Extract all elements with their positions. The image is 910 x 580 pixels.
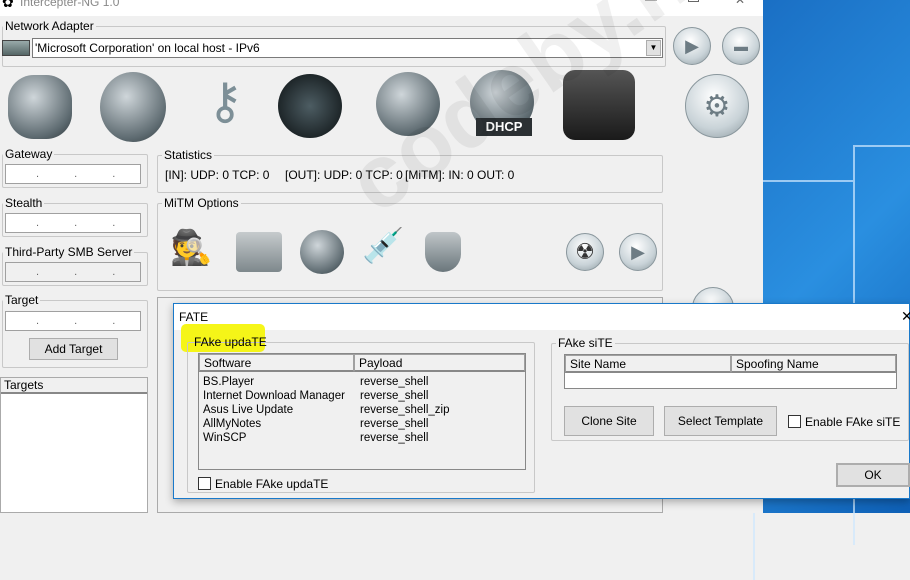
adapter-selected-value: 'Microsoft Corporation' on local host - … <box>35 41 260 55</box>
column-payload[interactable]: Payload <box>354 354 525 372</box>
icq-flower-icon[interactable] <box>8 75 72 139</box>
table-row[interactable]: BS.Player reverse_shell <box>203 376 523 390</box>
dialog-title: FATE <box>179 310 209 324</box>
fake-update-label: FAke updaTE <box>194 335 267 349</box>
payload-cell: reverse_shell <box>360 432 429 444</box>
close-button[interactable]: ✕ <box>735 0 745 7</box>
software-cell: AllMyNotes <box>203 418 262 430</box>
payload-cell: reverse_shell_zip <box>360 404 450 416</box>
column-software[interactable]: Software <box>199 354 354 372</box>
window-title: Intercepter-NG 1.0 <box>20 0 120 9</box>
site-table[interactable]: Site Name Spoofing Name <box>564 354 897 389</box>
table-row[interactable]: AllMyNotes reverse_shell <box>203 418 523 432</box>
dialog-close-button[interactable]: ✕ <box>901 308 910 325</box>
table-row[interactable]: WinSCP reverse_shell <box>203 432 523 446</box>
keys-icon[interactable]: ⚷ <box>200 72 250 142</box>
syringe-icon[interactable]: 💉 <box>362 226 406 272</box>
statistics-label: Statistics <box>162 148 215 162</box>
software-cell: WinSCP <box>203 432 247 444</box>
enable-fake-site-label: Enable FAke siTE <box>805 415 901 429</box>
shield-icon[interactable] <box>425 232 461 272</box>
column-site-name[interactable]: Site Name <box>565 355 731 373</box>
open-folder-button[interactable]: ▬ <box>722 27 760 65</box>
enable-fake-site-checkbox[interactable] <box>788 415 801 428</box>
phoenix-icon[interactable] <box>100 72 166 142</box>
enable-fake-update-checkbox[interactable] <box>198 477 211 490</box>
clone-site-button[interactable]: Clone Site <box>564 406 654 436</box>
targets-header: Targets <box>1 378 147 394</box>
table-row[interactable]: Internet Download Manager reverse_shell <box>203 390 523 404</box>
software-table[interactable]: Software Payload BS.Player reverse_shell I… <box>198 353 526 470</box>
target-label: Target <box>3 293 41 307</box>
smb-input[interactable]: . . . <box>5 262 141 282</box>
globe-arrow-icon[interactable] <box>300 230 344 274</box>
software-cell: Internet Download Manager <box>203 390 345 402</box>
enable-fake-update-label: Enable FAke updaTE <box>215 477 329 491</box>
gateway-input[interactable]: . . . <box>5 164 141 184</box>
cubes-icon[interactable] <box>236 232 282 272</box>
stealth-input[interactable]: . . . <box>5 213 141 233</box>
select-template-button[interactable]: Select Template <box>664 406 777 436</box>
mitm-options-label: MiTM Options <box>162 196 241 210</box>
table-row[interactable]: Asus Live Update reverse_shell_zip <box>203 404 523 418</box>
smb-label: Third-Party SMB Server <box>3 245 135 259</box>
payload-cell: reverse_shell <box>360 418 429 430</box>
network-card-icon <box>2 40 30 56</box>
dialog-title-bar: FATE ✕ <box>174 304 910 330</box>
add-target-button[interactable]: Add Target <box>29 338 118 360</box>
software-cell: BS.Player <box>203 376 255 388</box>
network-adapter-label: Network Adapter <box>3 19 96 33</box>
payload-cell: reverse_shell <box>360 390 429 402</box>
fake-site-label: FAke siTE <box>556 336 615 350</box>
fake-site-group: FAke siTE Site Name Spoofing Name Clone … <box>551 336 909 441</box>
column-spoofing-name[interactable]: Spoofing Name <box>731 355 896 373</box>
stealth-label: Stealth <box>3 196 45 210</box>
target-input[interactable]: . . . <box>5 311 141 331</box>
ok-button[interactable]: OK <box>836 463 910 487</box>
gateway-label: Gateway <box>3 147 55 161</box>
software-cell: Asus Live Update <box>203 404 294 416</box>
fate-dialog: FATE ✕ FAke updaTE Software Payload BS.P… <box>173 303 910 499</box>
spy-icon[interactable]: 🕵 <box>170 228 212 272</box>
next-button[interactable]: ▶ <box>619 233 657 271</box>
targets-list[interactable]: Targets <box>0 377 148 513</box>
start-button[interactable]: ▶ <box>673 27 711 65</box>
app-icon: ✿ <box>2 0 14 10</box>
radar-icon[interactable] <box>278 74 342 138</box>
radiation-button[interactable]: ☢ <box>566 233 604 271</box>
settings-gear-button[interactable]: ⚙ <box>685 74 749 138</box>
stats-in: [IN]: UDP: 0 TCP: 0 <box>165 168 270 182</box>
fake-update-group: FAke updaTE Software Payload BS.Player re… <box>187 335 535 493</box>
payload-cell: reverse_shell <box>360 376 429 388</box>
